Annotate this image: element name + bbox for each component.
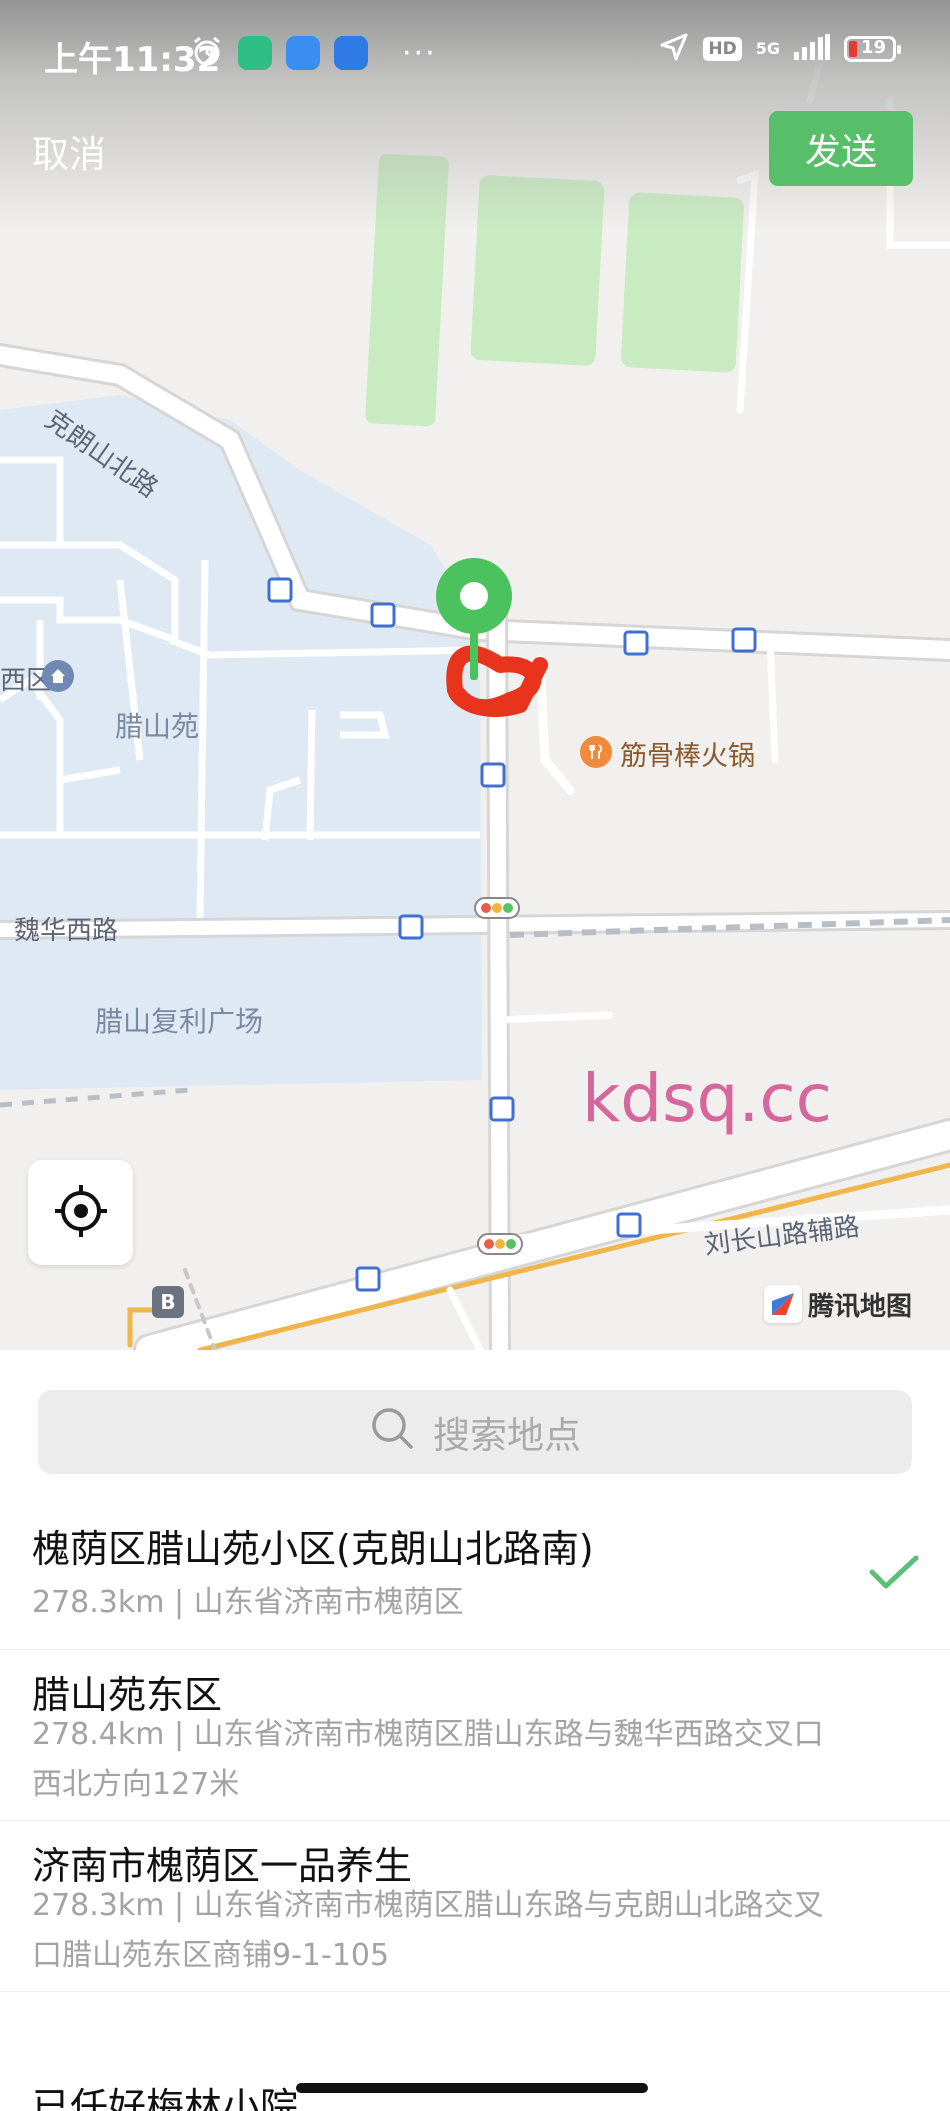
home-icon: [42, 660, 74, 692]
store-app-icon: [286, 36, 320, 70]
more-notifications-icon: ···: [402, 35, 437, 71]
battery-icon: 19: [844, 36, 901, 62]
location-arrow-icon: [659, 32, 689, 66]
locate-me-button[interactable]: [28, 1160, 133, 1265]
poi-label-restaurant[interactable]: 筋骨棒火锅: [620, 734, 755, 773]
location-panel: 搜索地点 槐荫区腊山苑小区(克朗山北路南) 278.3km | 山东省济南市槐荫…: [0, 1350, 950, 2111]
signal-icon: [794, 34, 830, 64]
hd-badge: HD: [703, 37, 742, 61]
list-item[interactable]: 槐荫区腊山苑小区(克朗山北路南) 278.3km | 山东省济南市槐荫区: [0, 1498, 950, 1650]
result-subtitle: 278.4km | 山东省济南市槐荫区腊山东路与魏华西路交叉口西北方向127米: [32, 1717, 824, 1802]
map-provider-logo: 腾讯地图: [764, 1285, 912, 1323]
map-provider-label: 腾讯地图: [808, 1291, 913, 1322]
status-bar: 上午11:32 ··· HD 5G 19: [0, 0, 950, 105]
alarm-icon: [190, 34, 224, 72]
target-icon: [53, 1183, 109, 1243]
network-type: 5G: [755, 39, 780, 58]
list-item[interactable]: 腊山苑东区 278.4km | 山东省济南市槐荫区腊山东路与魏华西路交叉口西北方…: [0, 1650, 950, 1821]
road-label-weihua: 魏华西路: [14, 916, 119, 946]
send-button[interactable]: 发送: [769, 111, 913, 186]
area-label-lashanyuan: 腊山苑: [115, 710, 200, 743]
search-icon: [369, 1405, 415, 1460]
area-label-fuli-plaza: 腊山复利广场: [95, 1005, 264, 1038]
search-placeholder: 搜索地点: [433, 1414, 581, 1457]
result-subtitle: 278.3km | 山东省济南市槐荫区腊山东路与克朗山北路交叉口腊山苑东区商铺9…: [32, 1888, 824, 1973]
result-subtitle: 278.3km | 山东省济南市槐荫区: [32, 1585, 464, 1620]
tencent-map-icon: [764, 1285, 802, 1323]
battery-level: 19: [861, 37, 887, 58]
list-item[interactable]: 已任好梅林小院: [0, 1992, 950, 2111]
list-item[interactable]: 济南市槐荫区一品养生 278.3km | 山东省济南市槐荫区腊山东路与克朗山北路…: [0, 1821, 950, 1992]
result-title: 槐荫区腊山苑小区(克朗山北路南): [32, 1527, 594, 1571]
location-pin[interactable]: [434, 558, 514, 688]
search-input[interactable]: 搜索地点: [38, 1390, 912, 1474]
checkmark-icon: [868, 1552, 920, 1596]
result-title: 已任好梅林小院: [32, 2085, 299, 2111]
watermark-text: kdsq.cc: [582, 1060, 832, 1137]
home-indicator[interactable]: [296, 2083, 648, 2093]
map-marker-b[interactable]: B: [152, 1286, 184, 1318]
arrow-app-icon: [334, 36, 368, 70]
map-view[interactable]: 克朗山北路 魏华西路 刘长山路辅路 腊山苑 腊山复利广场 西区 筋骨棒火锅 B …: [0, 0, 950, 1350]
cancel-button[interactable]: 取消: [32, 124, 106, 178]
shield-app-icon: [238, 36, 272, 70]
restaurant-icon[interactable]: [580, 736, 612, 768]
